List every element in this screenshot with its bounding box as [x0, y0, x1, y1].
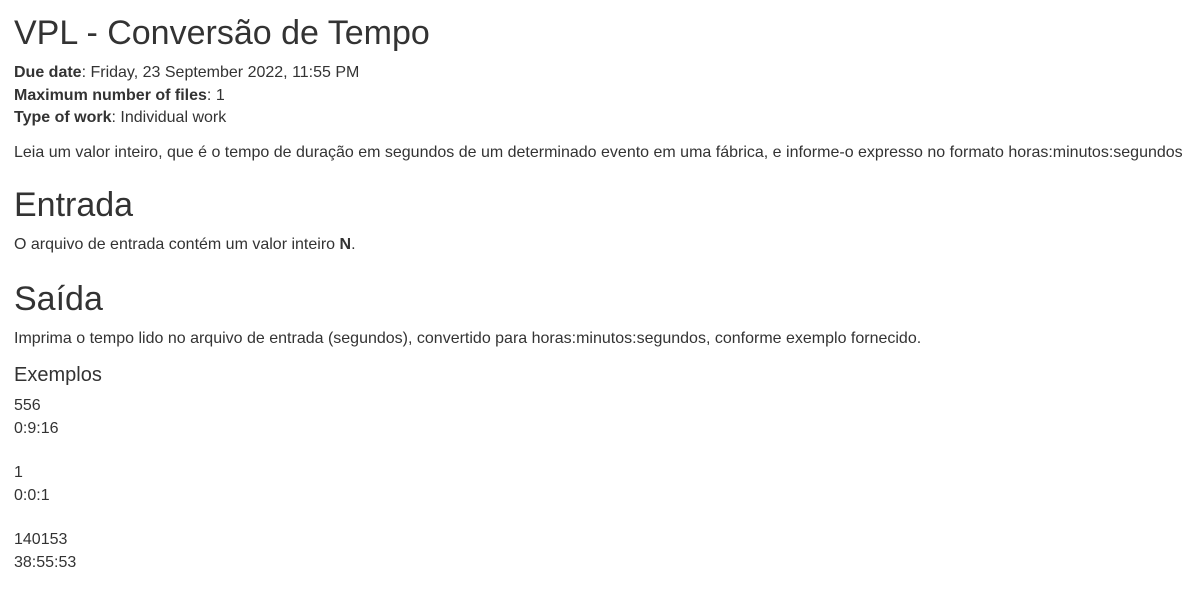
entrada-text-bold: N	[339, 236, 352, 253]
example-output: 0:0:1	[14, 486, 50, 504]
max-files-value: : 1	[206, 86, 225, 104]
example-input: 140153	[14, 531, 68, 548]
example-output: 0:9:16	[14, 419, 59, 437]
exemplos-heading: Exemplos	[14, 364, 102, 386]
example-item: 556 0:9:16	[14, 395, 76, 440]
example-input: 556	[14, 397, 41, 414]
entrada-heading: Entrada	[14, 186, 134, 224]
due-date-value: : Friday, 23 September 2022, 11:55 PM	[81, 64, 360, 81]
saida-heading: Saída	[14, 280, 103, 318]
due-date-row: Due date: Friday, 23 September 2022, 11:…	[14, 62, 359, 85]
example-input: 1	[14, 464, 23, 481]
work-type-row: Type of work: Individual work	[14, 107, 359, 130]
examples-list: 556 0:9:16 1 0:0:1 140153 38:55:53	[14, 395, 76, 596]
problem-description: Leia um valor inteiro, que é o tempo de …	[14, 144, 1184, 161]
entrada-text-before: O arquivo de entrada contém um valor int…	[14, 236, 340, 253]
example-item: 140153 38:55:53	[14, 529, 76, 574]
page-title: VPL - Conversão de Tempo	[14, 14, 430, 52]
max-files-label: Maximum number of files	[14, 86, 207, 104]
work-type-value: : Individual work	[111, 109, 227, 126]
due-date-label: Due date	[14, 64, 82, 81]
saida-text: Imprima o tempo lido no arquivo de entra…	[14, 330, 922, 347]
work-type-label: Type of work	[14, 109, 112, 126]
example-output: 38:55:53	[14, 553, 77, 571]
max-files-row: Maximum number of files: 1	[14, 85, 359, 108]
entrada-text-after: .	[351, 236, 356, 253]
example-item: 1 0:0:1	[14, 462, 76, 507]
assignment-meta: Due date: Friday, 23 September 2022, 11:…	[14, 62, 359, 130]
entrada-text: O arquivo de entrada contém um valor int…	[14, 234, 356, 256]
